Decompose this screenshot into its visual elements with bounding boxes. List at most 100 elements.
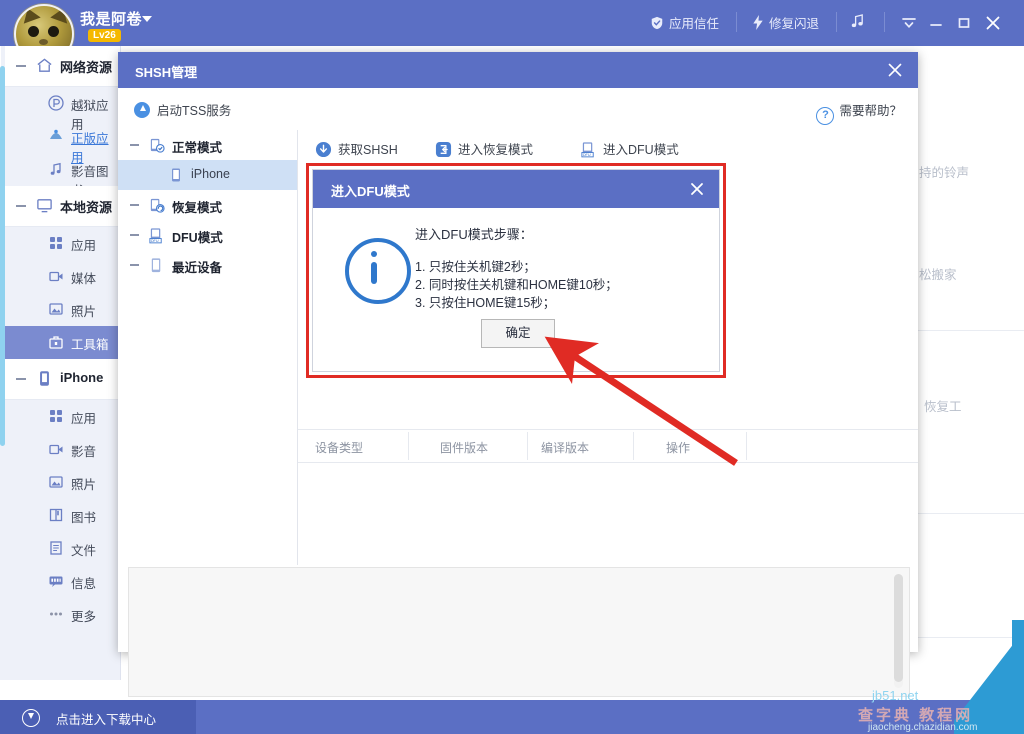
- tree-node-label: DFU模式: [172, 227, 223, 246]
- collapse-minus-icon[interactable]: [130, 204, 139, 206]
- sidebar-item-label: 照片: [71, 474, 96, 493]
- dfu-mode-dialog: 进入DFU模式 进入DFU模式步骤： 1. 只按住关机键2秒； 2. 同时按住关…: [312, 169, 720, 372]
- sidebar-item-label: 影音: [71, 441, 96, 460]
- monitor-icon: [36, 197, 53, 214]
- recent-device-icon: [148, 257, 165, 274]
- background-divider: [901, 330, 1024, 331]
- collapse-minus-icon[interactable]: [130, 264, 139, 266]
- sidebar-item-iphone-books[interactable]: 图书: [0, 499, 120, 532]
- collapse-minus-icon[interactable]: [16, 65, 26, 67]
- minimize-icon[interactable]: [925, 12, 947, 34]
- avatar-ear-left: [19, 5, 40, 23]
- sidebar-scrollbar-thumb[interactable]: [0, 66, 5, 446]
- dfu-step-2: 2. 同时按住关机键和HOME键10秒；: [415, 274, 618, 293]
- download-circle-icon: [22, 709, 40, 727]
- tree-node-iphone[interactable]: iPhone: [118, 160, 297, 190]
- sidebar-item-local-media[interactable]: 媒体: [0, 260, 120, 293]
- apps-grid-icon: [48, 408, 64, 424]
- table-header-cell: 操作: [666, 439, 690, 456]
- lightning-icon: [752, 15, 764, 33]
- shsh-scrollbar-thumb[interactable]: [894, 574, 903, 682]
- start-tss-service-button[interactable]: 启动TSS服务: [134, 100, 231, 119]
- enter-dfu-mode-button[interactable]: DFU 进入DFU模式: [580, 139, 679, 158]
- table-header-cell: 编译版本: [541, 439, 589, 456]
- photo-icon: [48, 474, 64, 490]
- sidebar-item-iphone-files[interactable]: 文件: [0, 532, 120, 565]
- shsh-device-tree: 正常模式 iPhone 恢复模式 DFU DFU模式: [118, 130, 298, 565]
- avatar-ear-right: [50, 5, 71, 23]
- sidebar-group-network[interactable]: 网络资源: [0, 46, 120, 87]
- table-column-divider: [633, 432, 634, 460]
- sidebar-item-jailbreak-apps[interactable]: 越狱应用: [0, 87, 120, 120]
- sidebar-item-iphone-messages[interactable]: 信息: [0, 565, 120, 598]
- shsh-scrollbar[interactable]: [894, 574, 903, 688]
- tree-node-dfu-mode[interactable]: DFU DFU模式: [118, 220, 297, 250]
- sidebar-item-label: 文件: [71, 540, 96, 559]
- collapse-minus-icon[interactable]: [16, 378, 26, 380]
- iphone-icon: [168, 167, 185, 184]
- shsh-window-title: SHSH管理: [135, 62, 197, 81]
- corner-tab: [1012, 620, 1024, 680]
- sidebar-item-local-photos[interactable]: 照片: [0, 293, 120, 326]
- sidebar-group-iphone[interactable]: iPhone: [0, 359, 120, 400]
- device-check-icon: [148, 137, 165, 154]
- sidebar-item-label: 应用: [71, 408, 96, 427]
- download-circle-icon: [315, 141, 332, 158]
- dfu-icon: DFU: [580, 141, 597, 158]
- username-label[interactable]: 我是阿卷: [80, 8, 142, 29]
- sidebar-item-iphone-apps[interactable]: 应用: [0, 400, 120, 433]
- get-shsh-button[interactable]: 获取SHSH: [315, 139, 398, 158]
- chevron-down-icon[interactable]: [142, 16, 152, 22]
- enter-recovery-mode-button[interactable]: 进入恢复模式: [435, 139, 533, 158]
- confirm-button[interactable]: 确定: [481, 319, 555, 348]
- table-column-divider: [408, 432, 409, 460]
- svg-text:DFU: DFU: [151, 239, 159, 243]
- tree-node-label: iPhone: [191, 167, 230, 181]
- collapse-minus-icon[interactable]: [16, 205, 26, 207]
- watermark: jb51.net 查字典 教程网 jiaocheng.chazidian.com: [862, 688, 1022, 734]
- sidebar-item-iphone-photos[interactable]: 照片: [0, 466, 120, 499]
- tree-node-normal-mode[interactable]: 正常模式: [118, 130, 297, 160]
- sidebar: 网络资源 越狱应用 正版应用 影音图书: [0, 46, 121, 680]
- header-divider-1: [736, 12, 737, 32]
- info-circle-icon: [345, 238, 411, 304]
- book-icon: [48, 507, 64, 523]
- upload-circle-icon: [134, 102, 150, 118]
- file-icon: [48, 540, 64, 556]
- collapse-minus-icon[interactable]: [130, 234, 139, 236]
- close-icon[interactable]: [982, 12, 1004, 34]
- shield-check-icon: [650, 16, 664, 33]
- download-center-label: 点击进入下载中心: [56, 709, 156, 728]
- chevron-down-icon[interactable]: [898, 12, 920, 34]
- home-icon: [36, 57, 53, 74]
- sidebar-item-official-apps[interactable]: 正版应用: [0, 120, 120, 153]
- sidebar-item-media-books[interactable]: 影音图书: [0, 153, 120, 186]
- sidebar-item-iphone-media[interactable]: 影音: [0, 433, 120, 466]
- maximize-icon[interactable]: [953, 12, 975, 34]
- download-center-button[interactable]: 点击进入下载中心: [0, 700, 196, 734]
- background-text: 恢复工: [924, 396, 962, 415]
- sidebar-item-label: 更多: [71, 606, 96, 625]
- music-note-icon[interactable]: [850, 13, 865, 32]
- user-level-badge: Lv26: [88, 29, 121, 42]
- header-action-app-trust[interactable]: 应用信任: [650, 13, 719, 33]
- sidebar-pane-iphone: 应用 影音 照片 图书: [0, 400, 120, 631]
- header-action-fix-crash[interactable]: 修复闪退: [752, 13, 819, 33]
- sidebar-item-toolbox[interactable]: 工具箱: [0, 326, 120, 359]
- info-dot: [371, 251, 377, 257]
- tree-node-recovery-mode[interactable]: 恢复模式: [118, 190, 297, 220]
- apps-grid-icon: [48, 235, 64, 251]
- background-text: 持的铃声: [919, 162, 969, 181]
- music-icon: [48, 161, 64, 177]
- sidebar-item-iphone-more[interactable]: 更多: [0, 598, 120, 631]
- sidebar-scrollbar[interactable]: [0, 46, 6, 506]
- sidebar-group-local[interactable]: 本地资源: [0, 186, 120, 227]
- tree-node-recent-devices[interactable]: 最近设备: [118, 250, 297, 280]
- close-icon[interactable]: [884, 59, 906, 81]
- collapse-minus-icon[interactable]: [130, 144, 139, 146]
- close-icon[interactable]: [687, 179, 707, 199]
- info-bar: [371, 262, 377, 284]
- need-help-link[interactable]: ?需要帮助？: [816, 100, 902, 125]
- sidebar-item-local-apps[interactable]: 应用: [0, 227, 120, 260]
- start-tss-label: 启动TSS服务: [157, 104, 231, 118]
